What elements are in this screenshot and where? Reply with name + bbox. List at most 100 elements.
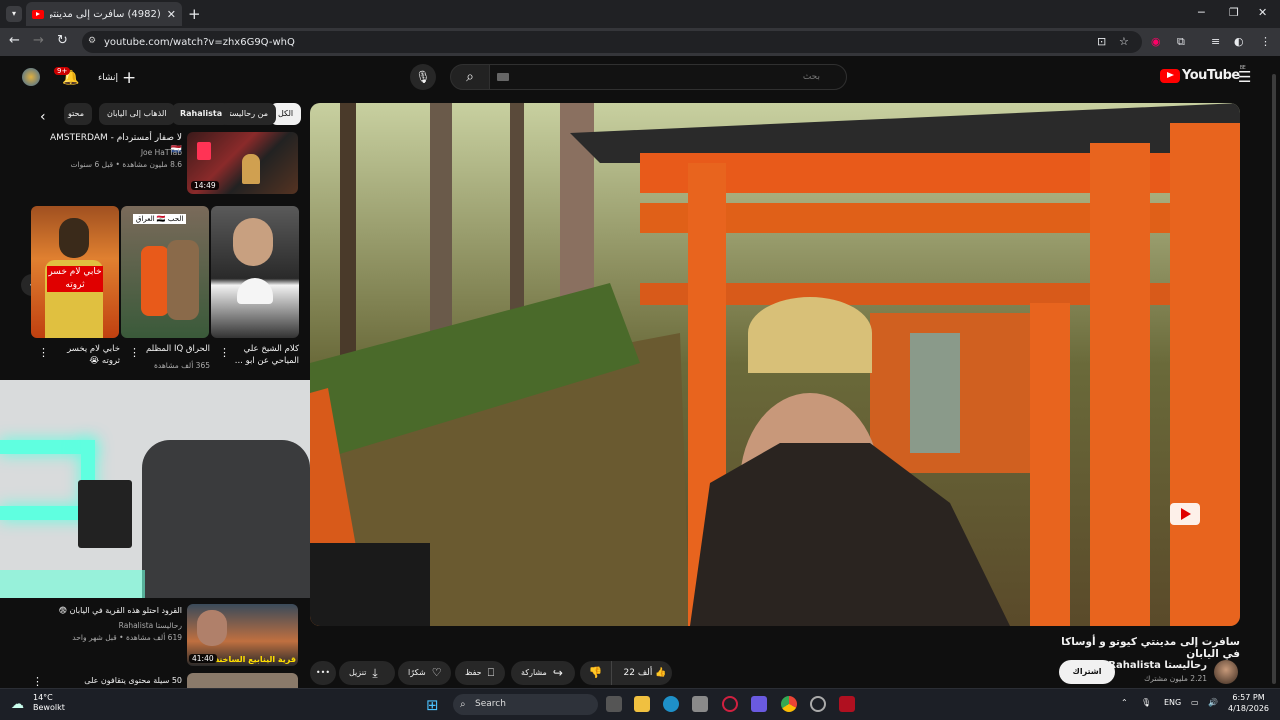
subscribe-button[interactable]: اشتراك (1059, 660, 1115, 684)
scrollbar-thumb[interactable] (1272, 74, 1276, 684)
extensions-puzzle-icon[interactable]: ⧉ (1177, 35, 1185, 49)
sidebar-video-channel[interactable]: Joe HaTTab (40, 147, 182, 158)
short-more-icon[interactable]: ⋮ (38, 346, 49, 359)
short-caption: خابي لام خسر ثروته (47, 266, 103, 292)
subscriber-count: 2.21 مليون مشترك (1144, 674, 1207, 683)
short-face (233, 218, 273, 266)
bookmark-star-icon[interactable]: ☆ (1119, 35, 1129, 48)
address-bar[interactable]: youtube.com/watch?v=zhx6G9Q-whQ (82, 31, 1142, 53)
chip-go-to-japan[interactable]: الذهاب إلى اليابان (99, 103, 175, 125)
opera-icon[interactable] (722, 696, 738, 712)
sidebar-video-channel[interactable]: رحاليستا Rahalista (40, 620, 182, 631)
thumb-red-light (197, 142, 211, 160)
share-label: مشاركة (521, 668, 547, 677)
pc-tower (78, 480, 132, 548)
more-icon: ••• (315, 668, 331, 677)
site-info-icon[interactable]: ⚙ (88, 36, 96, 46)
reload-icon[interactable]: ↻ (57, 33, 68, 48)
weather-cloud-icon[interactable]: ☁ (11, 697, 24, 712)
thanks-button[interactable]: شكرًا ♡ (398, 661, 451, 685)
edge-icon[interactable] (663, 696, 679, 712)
close-window-button[interactable]: ✕ (1258, 6, 1267, 19)
chrome-icon[interactable] (781, 696, 797, 712)
gaming-chair (142, 440, 310, 598)
chip-content[interactable]: محتو (64, 103, 92, 125)
like-button[interactable]: 22 ألف 👍 (618, 661, 672, 685)
minimize-button[interactable]: ─ (1198, 6, 1205, 19)
extension-icon[interactable]: ◉ (1151, 35, 1161, 48)
short-thumbnail[interactable]: العراق 🇮🇶 الحب (121, 206, 209, 338)
taskbar-search-label: Search (475, 699, 506, 709)
short-thumbnail[interactable]: خابي لام خسر ثروته (31, 206, 119, 338)
taskbar-clock[interactable]: 6:57 PM 4/18/2026 (1228, 692, 1269, 714)
store-icon[interactable] (692, 696, 708, 712)
video-player[interactable] (310, 103, 1240, 626)
install-app-icon[interactable]: ⊡ (1097, 35, 1106, 48)
language-indicator[interactable]: ENG (1164, 698, 1181, 707)
download-button[interactable]: تنزيل ⤓ (339, 661, 395, 685)
taskbar-search-icon: ⌕ (460, 699, 466, 710)
tray-mic-icon[interactable]: 🎙 (1141, 698, 1151, 707)
like-count: 22 ألف (623, 668, 653, 678)
volume-icon[interactable]: 🔊 (1208, 698, 1218, 707)
webcam-overlay (0, 380, 310, 598)
voice-search-icon[interactable]: 🎙 (410, 64, 436, 90)
url-text: youtube.com/watch?v=zhx6G9Q-whQ (104, 36, 295, 48)
video-thumbnail[interactable]: قرية الينابيع الساخنة 41:40 (187, 604, 298, 666)
profile-icon[interactable]: ◐ (1234, 35, 1244, 48)
back-icon[interactable]: ← (9, 33, 20, 48)
file-explorer-icon[interactable] (634, 696, 650, 712)
page-scrollbar[interactable] (1270, 64, 1278, 688)
short-title[interactable]: خابي لام يخسر ثروته 😭 (50, 343, 120, 367)
create-label: إنشاء (98, 73, 119, 83)
tab-list-icon[interactable]: ▾ (6, 6, 22, 22)
clock-date: 4/18/2026 (1228, 704, 1270, 713)
tab-close-icon[interactable]: ✕ (167, 8, 176, 21)
pdf-app-icon[interactable] (839, 696, 855, 712)
chip-rahalista[interactable]: Rahalista (172, 103, 231, 125)
app-icon[interactable] (751, 696, 767, 712)
sidebar-video-title[interactable]: 50 سيلة محتوى يتقافون على (40, 675, 182, 687)
guide-menu-icon[interactable]: ☰ (1238, 68, 1251, 86)
channel-avatar[interactable] (1214, 660, 1238, 684)
obs-icon[interactable] (810, 696, 826, 712)
browser-menu-icon[interactable]: ⋮ (1260, 35, 1271, 48)
reading-list-icon[interactable]: ≡ (1211, 35, 1220, 48)
short-title[interactable]: كلام الشيخ علي المياحي عن ابو ... (231, 343, 299, 367)
restore-button[interactable]: ❐ (1229, 6, 1239, 19)
taskbar-search[interactable]: ⌕ Search (453, 694, 598, 715)
forward-icon[interactable]: → (33, 33, 44, 48)
keyboard-icon[interactable] (497, 73, 509, 81)
weather-widget[interactable]: 14°C Bewolkt (33, 693, 65, 713)
search-input[interactable]: بحث (489, 64, 847, 90)
browser-tab[interactable]: (4982) سافرت إلى مدينتي كيوتو و أوساكا ف… (26, 2, 182, 26)
short-title[interactable]: الحراق IQ المظلم (140, 343, 210, 355)
short-thumbnail[interactable] (211, 206, 299, 338)
short-views: 365 ألف مشاهدة (153, 361, 210, 370)
video-duration: 41:40 (189, 654, 217, 663)
short-more-icon[interactable]: ⋮ (219, 346, 230, 359)
logo-text: YouTube (1182, 68, 1240, 83)
more-actions-button[interactable]: ••• (310, 661, 336, 685)
save-button[interactable]: حفظ ⎕ (455, 661, 505, 685)
short-turban (237, 278, 273, 304)
channel-name[interactable]: رحاليستا Rahalista (1108, 660, 1207, 671)
windows-start-icon[interactable]: ⊞ (426, 696, 439, 714)
youtube-logo[interactable]: YouTube BE (1160, 65, 1246, 83)
search-button[interactable]: ⌕ (450, 64, 490, 90)
video-thumbnail[interactable]: 14:49 (187, 132, 298, 194)
account-avatar[interactable] (22, 68, 40, 86)
network-icon[interactable]: ▭ (1191, 698, 1199, 707)
new-tab-button[interactable]: + (188, 5, 201, 23)
video-more-icon[interactable]: ⋮ (32, 675, 43, 688)
share-button[interactable]: مشاركة ↪ (511, 661, 575, 685)
task-view-icon[interactable] (606, 696, 622, 712)
sidebar-video-title[interactable]: القرود احتلو هذه القرية في اليابان 😨 (40, 605, 182, 617)
create-button[interactable]: إنشاء + (98, 68, 136, 88)
weather-desc: Bewolkt (33, 703, 65, 712)
video-thumbnail[interactable] (187, 673, 298, 688)
short-more-icon[interactable]: ⋮ (129, 346, 140, 359)
tray-expand-icon[interactable]: ⌃ (1121, 698, 1128, 707)
download-icon: ⤓ (372, 666, 378, 680)
dislike-button[interactable]: 👎 (580, 661, 612, 685)
